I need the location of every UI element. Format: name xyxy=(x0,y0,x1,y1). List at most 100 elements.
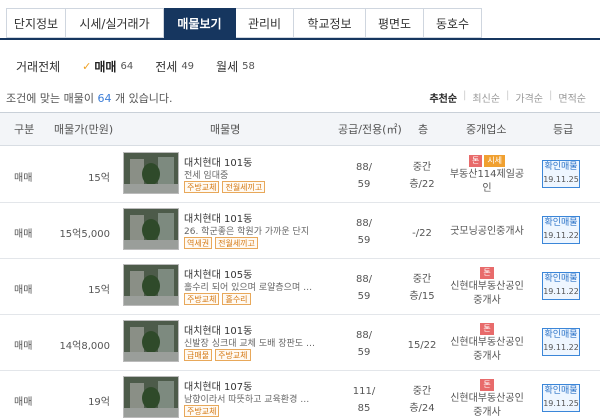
table-row[interactable]: 매매 19억 대치현대 107동 남향이라서 따뜻하고 교육환경 아... 주방교체 11… xyxy=(0,371,600,419)
filter-monthly-rent[interactable]: 월세 58 xyxy=(216,58,255,75)
agent-info[interactable]: 톤 신현대부동산공인 중개사 xyxy=(444,323,530,364)
tab-listings[interactable]: 매물보기 xyxy=(164,8,236,38)
listing-description: 26. 학군좋은 학원가 가까운 단지 xyxy=(184,227,310,237)
listing-area: 111/85 xyxy=(350,383,378,417)
area-supply: 88/ xyxy=(355,330,373,341)
table-row[interactable]: 매매 15억 대치현대 105동 홀수리 되어 있으며 로얄층으며 조... 주방교체 홀… xyxy=(0,259,600,315)
area-exclusive: 59 xyxy=(357,347,371,358)
area-exclusive: 85 xyxy=(357,403,371,414)
listing-thumbnail[interactable] xyxy=(123,264,179,306)
result-summary: 조건에 맞는 매물이 64 개 있습니다. xyxy=(6,90,173,106)
tab-floor-plan[interactable]: 평면도 xyxy=(366,8,424,38)
sort-latest[interactable]: 최신순 xyxy=(472,90,500,105)
table-row[interactable]: 매매 15억5,000 대치현대 101동 26. 학군좋은 학원가 가까운 단지 역세… xyxy=(0,203,600,259)
table-row[interactable]: 매매 14억8,000 대치현대 101동 신발장 싱크대 교체 도배 장판도 새..… xyxy=(0,315,600,371)
verified-date: 19.11.25 xyxy=(543,175,579,184)
filter-label: 거래전체 xyxy=(16,60,61,74)
agent-badges: 톤 xyxy=(444,323,530,335)
filter-label: 월세 xyxy=(216,60,239,74)
floor-line1: 중간 xyxy=(412,274,432,285)
agent-info[interactable]: 굿모닝공인중개사 xyxy=(444,225,530,239)
verified-date: 19.11.22 xyxy=(543,287,579,296)
listing-thumbnail[interactable] xyxy=(123,320,179,362)
listing-price: 15억 xyxy=(88,173,110,184)
verified-label: 확인매물 xyxy=(544,218,578,228)
header-type: 구분 xyxy=(14,123,35,136)
sort-recommended[interactable]: 추천순 xyxy=(429,90,457,105)
agent-badge: 톤 xyxy=(480,379,494,391)
tab-maintenance-fee[interactable]: 관리비 xyxy=(236,8,294,38)
agent-name-line1: 신현대부동산공인 xyxy=(450,281,524,292)
area-exclusive: 59 xyxy=(357,179,371,190)
sort-price[interactable]: 가격순 xyxy=(515,90,543,105)
listing-description: 전세 임대중 xyxy=(184,171,229,181)
area-supply: 88/ xyxy=(355,274,373,285)
tabs-underline xyxy=(0,38,600,40)
agent-info[interactable]: 톤 시세 부동산114제일공 인 xyxy=(444,155,530,196)
tab-school-info[interactable]: 학교정보 xyxy=(294,8,366,38)
filter-jeonse[interactable]: 전세 49 xyxy=(155,58,194,75)
listing-description: 남향이라서 따뜻하고 교육환경 아... xyxy=(184,395,316,405)
agent-name-line2: 중개사 xyxy=(473,407,501,418)
verified-date: 19.11.22 xyxy=(543,231,579,240)
trade-type-filter: 거래전체 ✓ 매매 64 전세 49 월세 58 xyxy=(16,58,277,75)
tab-complex-info[interactable]: 단지정보 xyxy=(6,8,66,38)
sort-divider: | xyxy=(506,90,510,101)
listing-floor: 15/22 xyxy=(402,337,442,354)
agent-badges: 톤 xyxy=(444,267,530,279)
table-row[interactable]: 매매 15억 대치현대 101동 전세 임대중 주방교체 전월세끼고 88/59 중간 층/22… xyxy=(0,147,600,203)
filter-all[interactable]: 거래전체 xyxy=(16,58,60,75)
filter-sale[interactable]: ✓ 매매 64 xyxy=(82,58,133,75)
listing-name[interactable]: 대치현대 101동 xyxy=(184,210,252,225)
feature-tag: 주방교체 xyxy=(184,181,220,193)
verified-listing-badge[interactable]: 확인매물 19.11.22 xyxy=(542,328,580,356)
listing-thumbnail[interactable] xyxy=(123,376,179,418)
listing-name[interactable]: 대치현대 105동 xyxy=(184,266,252,281)
filter-label: 매매 xyxy=(94,60,117,74)
listing-name[interactable]: 대치현대 101동 xyxy=(184,154,252,169)
verified-listing-badge[interactable]: 확인매물 19.11.22 xyxy=(542,272,580,300)
tab-price-transactions[interactable]: 시세/실거래가 xyxy=(66,8,164,38)
trade-type: 매매 xyxy=(14,173,33,184)
header-area: 공급/전용(㎡) xyxy=(338,123,402,136)
verified-listing-badge[interactable]: 확인매물 19.11.25 xyxy=(542,384,580,412)
feature-tag: 전월세끼고 xyxy=(222,181,266,193)
area-supply: 111/ xyxy=(352,386,376,397)
agent-badges: 톤 xyxy=(444,379,530,391)
listing-thumbnail[interactable] xyxy=(123,208,179,250)
feature-tag: 주방교체 xyxy=(184,293,220,305)
listing-floor: 중간 층/22 xyxy=(402,159,442,193)
verified-listing-badge[interactable]: 확인매물 19.11.25 xyxy=(542,160,580,188)
listing-price: 15억5,000 xyxy=(59,229,110,240)
sort-area[interactable]: 면적순 xyxy=(558,90,586,105)
filter-count: 64 xyxy=(120,61,134,72)
summary-suffix: 개 있습니다. xyxy=(114,92,173,105)
verified-label: 확인매물 xyxy=(544,162,578,172)
verified-label: 확인매물 xyxy=(544,386,578,396)
listing-price: 19억 xyxy=(88,397,110,408)
listing-floor: 중간 층/15 xyxy=(402,271,442,305)
area-exclusive: 59 xyxy=(357,235,371,246)
verified-date: 19.11.25 xyxy=(543,399,579,408)
listing-name[interactable]: 대치현대 101동 xyxy=(184,322,252,337)
tab-unit-number[interactable]: 동호수 xyxy=(424,8,482,38)
sort-options: 추천순 | 최신순 | 가격순 | 면적순 xyxy=(423,90,586,105)
agent-info[interactable]: 톤 신현대부동산공인 중개사 xyxy=(444,379,530,419)
detail-tabs: 단지정보 시세/실거래가 매물보기 관리비 학교정보 평면도 동호수 xyxy=(6,8,482,38)
header-agent: 중개업소 xyxy=(466,123,507,136)
listing-tags: 주방교체 전월세끼고 xyxy=(184,181,268,193)
feature-tag: 주방교체 xyxy=(184,405,220,417)
verified-label: 확인매물 xyxy=(544,274,578,284)
listing-name[interactable]: 대치현대 107동 xyxy=(184,378,252,393)
verified-listing-badge[interactable]: 확인매물 19.11.22 xyxy=(542,216,580,244)
trade-type: 매매 xyxy=(14,285,33,296)
feature-tag: 급매물 xyxy=(184,349,213,361)
feature-tag: 주방교체 xyxy=(215,349,251,361)
listing-thumbnail[interactable] xyxy=(123,152,179,194)
agent-badges: 톤 시세 xyxy=(444,155,530,167)
agent-badge: 톤 xyxy=(480,267,494,279)
agent-info[interactable]: 톤 신현대부동산공인 중개사 xyxy=(444,267,530,308)
verified-label: 확인매물 xyxy=(544,330,578,340)
header-floor: 층 xyxy=(418,123,429,136)
agent-badge: 시세 xyxy=(484,155,506,167)
